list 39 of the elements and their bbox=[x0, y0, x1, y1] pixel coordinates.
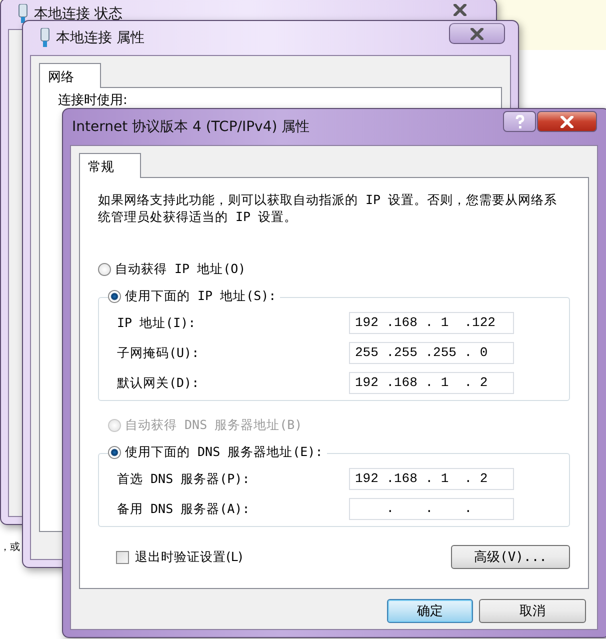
close-icon bbox=[560, 116, 574, 128]
radio-label: 使用下面的 DNS 服务器地址(E): bbox=[125, 444, 323, 461]
ok-button[interactable]: 确定 bbox=[387, 599, 473, 623]
window-title: 本地连接 属性 bbox=[56, 29, 144, 47]
cancel-button[interactable]: 取消 bbox=[479, 599, 586, 623]
tab[interactable]: 常规 bbox=[79, 153, 141, 178]
radio-button[interactable] bbox=[108, 290, 121, 303]
network-plug-icon bbox=[18, 4, 28, 24]
radio-label: 自动获得 IP 地址(O) bbox=[115, 261, 246, 278]
help-button[interactable] bbox=[503, 111, 536, 132]
close-icon bbox=[470, 28, 484, 40]
intro-text: 如果网络支持此功能，则可以获取自动指派的 IP 设置。否则，您需要从网络系统管理员处获得适当的 IP 设置。 bbox=[98, 191, 558, 225]
ip-address-field[interactable]: 192 .168 . 1 . 2 bbox=[349, 372, 514, 394]
page-text: ，或 bbox=[0, 540, 20, 554]
advanced-button[interactable]: 高级(V)... bbox=[451, 545, 570, 569]
tab[interactable]: 网络 bbox=[39, 63, 101, 88]
field-label: 首选 DNS 服务器(P): bbox=[117, 470, 251, 488]
ip-address-field[interactable]: . . . bbox=[349, 498, 514, 520]
close-button[interactable] bbox=[449, 23, 505, 44]
field-label: IP 地址(I): bbox=[117, 314, 197, 332]
ip-address-field[interactable]: 192 .168 . 1 .122 bbox=[349, 312, 514, 334]
window-title: Internet 协议版本 4 (TCP/IPv4) 属性 bbox=[72, 118, 310, 136]
ip-address-field[interactable]: 192 .168 . 1 . 2 bbox=[349, 468, 514, 490]
checkbox[interactable] bbox=[116, 550, 129, 564]
checkbox-label: 退出时验证设置(L) bbox=[135, 548, 243, 566]
window-title: 本地连接 状态 bbox=[34, 5, 122, 23]
field-label: 备用 DNS 服务器(A): bbox=[117, 500, 251, 518]
close-button[interactable] bbox=[537, 111, 597, 132]
ip-address-field[interactable]: 255 .255 .255 . 0 bbox=[349, 342, 514, 364]
radio-button[interactable] bbox=[98, 263, 111, 276]
network-plug-icon bbox=[40, 28, 50, 48]
help-icon bbox=[514, 114, 524, 128]
field-label: 子网掩码(U): bbox=[117, 344, 200, 362]
close-icon bbox=[453, 4, 467, 16]
section-label: 连接时使用: bbox=[58, 92, 128, 109]
radio-label: 使用下面的 IP 地址(S): bbox=[125, 288, 276, 305]
radio-label: 自动获得 DNS 服务器地址(B) bbox=[125, 417, 302, 434]
field-label: 默认网关(D): bbox=[117, 374, 200, 392]
radio-button[interactable] bbox=[108, 446, 121, 459]
